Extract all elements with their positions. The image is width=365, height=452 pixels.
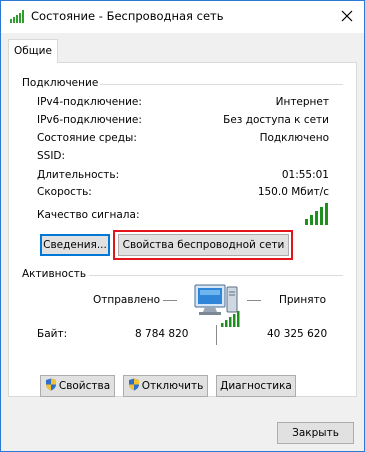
received-dash <box>247 300 261 301</box>
activity-section-title: Активность <box>22 268 87 280</box>
uac-shield-icon <box>45 378 56 391</box>
wifi-signal-icon <box>10 9 26 23</box>
dialog-client-area: Общие Подключение IPv4-подключение: Инте… <box>1 33 364 451</box>
section-divider <box>89 275 343 276</box>
ipv4-label: IPv4-подключение: <box>37 96 142 108</box>
section-divider <box>100 84 343 85</box>
details-button[interactable]: Сведения... <box>40 234 110 256</box>
received-label: Принято <box>279 294 327 306</box>
activity-separator <box>216 325 217 345</box>
title-bar[interactable]: Состояние - Беспроводная сеть <box>1 1 364 33</box>
media-state-label: Состояние среды: <box>37 132 137 144</box>
signal-strength-icon <box>305 203 329 225</box>
duration-value: 01:55:01 <box>281 169 329 181</box>
properties-button[interactable]: Свойства <box>40 375 115 397</box>
wireless-properties-button[interactable]: Свойства беспроводной сети <box>118 234 289 256</box>
close-icon <box>341 10 353 22</box>
status-dialog: Состояние - Беспроводная сеть Общие Подк… <box>0 0 365 452</box>
close-window-button[interactable] <box>336 5 358 27</box>
disable-button[interactable]: Отключить <box>123 375 208 397</box>
window-title: Состояние - Беспроводная сеть <box>31 9 224 23</box>
media-state-value: Подключено <box>259 132 329 144</box>
tab-general[interactable]: Общие <box>8 39 58 63</box>
speed-label: Скорость: <box>37 186 92 198</box>
diagnose-button[interactable]: Диагностика <box>216 375 296 397</box>
close-button[interactable]: Закрыть <box>277 422 354 444</box>
signal-quality-label: Качество сигнала: <box>37 209 140 221</box>
sent-dash <box>163 300 177 301</box>
connection-section-title: Подключение <box>22 77 99 89</box>
network-computer-icon <box>194 284 240 327</box>
disable-button-label: Отключить <box>141 380 204 392</box>
bytes-sent-value: 8 784 820 <box>135 328 189 340</box>
speed-value: 150.0 Мбит/с <box>257 186 329 198</box>
ipv4-value: Интернет <box>275 96 329 108</box>
bytes-received-value: 40 325 620 <box>267 328 328 340</box>
tab-panel-general: Подключение IPv4-подключение: Интернет I… <box>8 62 357 397</box>
uac-shield-icon <box>128 378 139 391</box>
ssid-label: SSID: <box>37 150 66 162</box>
sent-label: Отправлено <box>93 294 160 306</box>
properties-button-label: Свойства <box>58 380 111 392</box>
bytes-label: Байт: <box>37 328 68 340</box>
ipv6-label: IPv6-подключение: <box>37 114 142 126</box>
duration-label: Длительность: <box>37 169 120 181</box>
ipv6-value: Без доступа к сети <box>223 114 329 126</box>
